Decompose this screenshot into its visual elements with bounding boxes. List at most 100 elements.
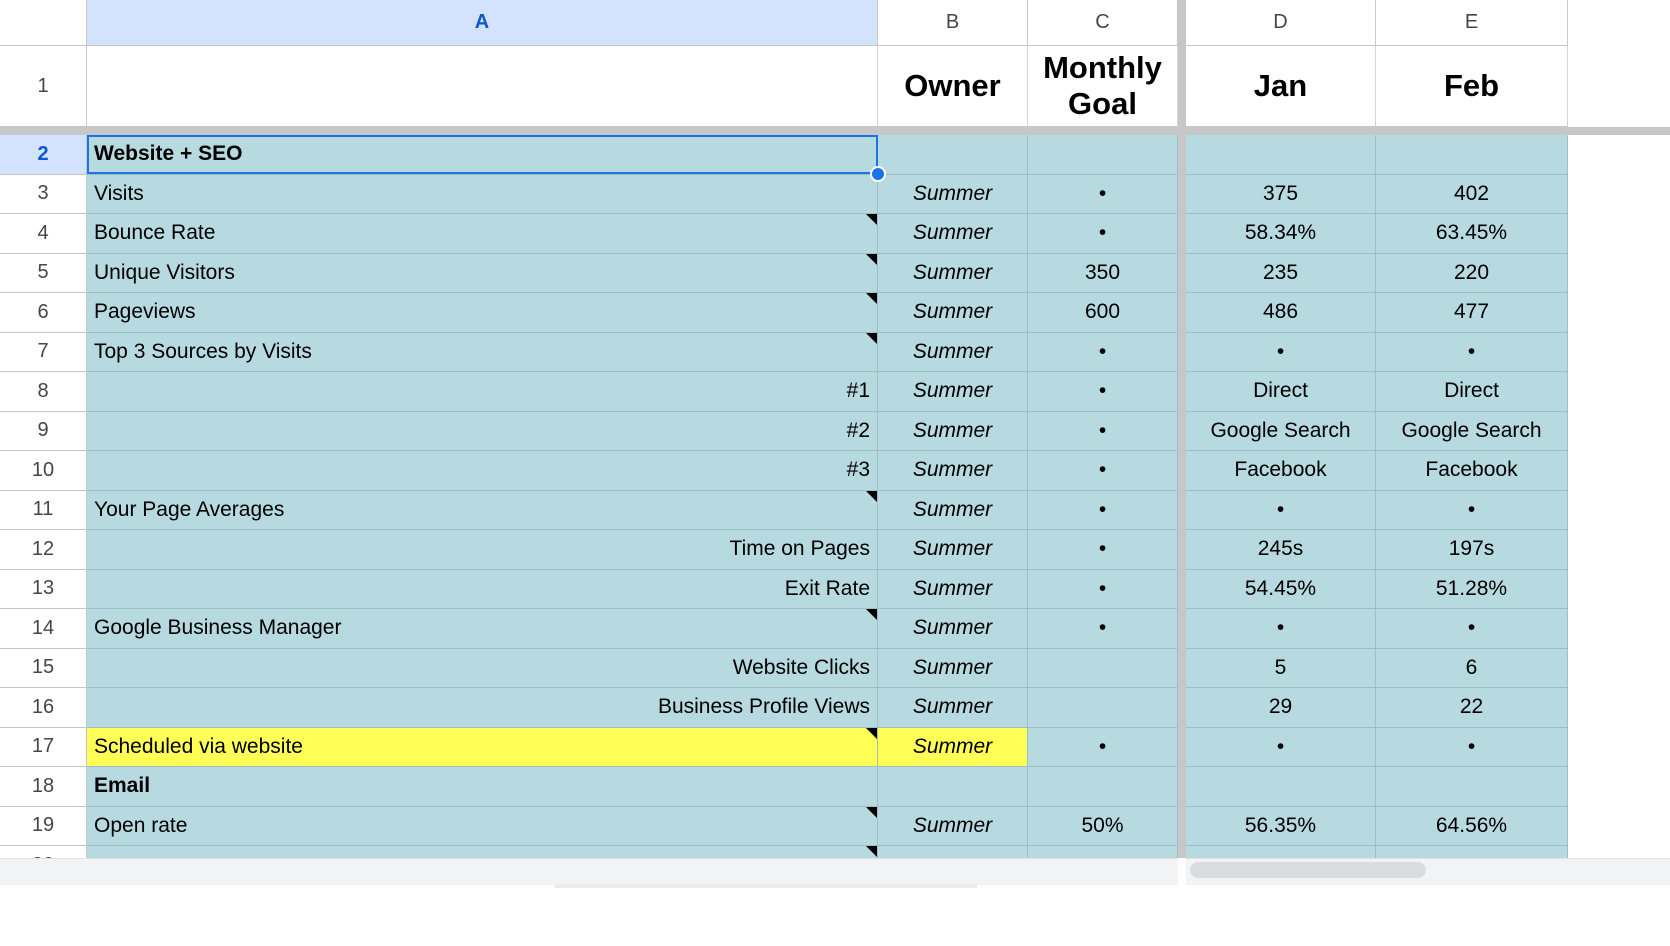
column-header-a[interactable]: A <box>87 0 878 46</box>
row-header-18[interactable]: 18 <box>0 767 87 807</box>
cell-c11[interactable]: • <box>1028 490 1178 530</box>
cell-note-indicator-icon[interactable] <box>866 293 877 304</box>
cell-d15[interactable]: 5 <box>1186 648 1376 688</box>
cell-e13[interactable]: 51.28% <box>1376 569 1568 609</box>
row-header-12[interactable]: 12 <box>0 530 87 570</box>
row-header-2[interactable]: 2 <box>0 135 87 175</box>
row-header-11[interactable]: 11 <box>0 490 87 530</box>
cell-b9[interactable]: Summer <box>878 411 1028 451</box>
cell-c2[interactable] <box>1028 135 1178 175</box>
cell-note-indicator-icon[interactable] <box>866 214 877 225</box>
row-header-15[interactable]: 15 <box>0 648 87 688</box>
cell-c18[interactable] <box>1028 767 1178 807</box>
cell-d6[interactable]: 486 <box>1186 293 1376 333</box>
cell-c6[interactable]: 600 <box>1028 293 1178 333</box>
cell-d8[interactable]: Direct <box>1186 372 1376 412</box>
row-header-6[interactable]: 6 <box>0 293 87 333</box>
cell-d17[interactable]: • <box>1186 727 1376 767</box>
cell-d9[interactable]: Google Search <box>1186 411 1376 451</box>
row-header-7[interactable]: 7 <box>0 332 87 372</box>
cell-c3[interactable]: • <box>1028 174 1178 214</box>
cell-e10[interactable]: Facebook <box>1376 451 1568 491</box>
cell-a16[interactable]: Business Profile Views <box>87 688 878 728</box>
cell-a13[interactable]: Exit Rate <box>87 569 878 609</box>
frozen-column-divider[interactable] <box>1178 0 1186 946</box>
cell-d7[interactable]: • <box>1186 332 1376 372</box>
cell-b17[interactable]: Summer <box>878 727 1028 767</box>
cell-c7[interactable]: • <box>1028 332 1178 372</box>
cell-b14[interactable]: Summer <box>878 609 1028 649</box>
cell-b13[interactable]: Summer <box>878 569 1028 609</box>
cell-c16[interactable] <box>1028 688 1178 728</box>
row-header-16[interactable]: 16 <box>0 688 87 728</box>
cell-d3[interactable]: 375 <box>1186 174 1376 214</box>
cell-b11[interactable]: Summer <box>878 490 1028 530</box>
row-header-1[interactable]: 1 <box>0 46 87 127</box>
cell-e9[interactable]: Google Search <box>1376 411 1568 451</box>
cell-a9[interactable]: #2 <box>87 411 878 451</box>
cell-c15[interactable] <box>1028 648 1178 688</box>
cell-a5[interactable]: Unique Visitors <box>87 253 878 293</box>
cell-b16[interactable]: Summer <box>878 688 1028 728</box>
column-header-e[interactable]: E <box>1376 0 1568 46</box>
cell-note-indicator-icon[interactable] <box>866 253 877 265</box>
cell-e17[interactable]: • <box>1376 727 1568 767</box>
cell-note-indicator-icon[interactable] <box>866 332 877 344</box>
column-header-b[interactable]: B <box>878 0 1028 46</box>
row-header-13[interactable]: 13 <box>0 569 87 609</box>
cell-b10[interactable]: Summer <box>878 451 1028 491</box>
cell-b3[interactable]: Summer <box>878 174 1028 214</box>
cell-note-indicator-icon[interactable] <box>866 727 877 739</box>
cell-a18[interactable]: Email <box>87 767 878 807</box>
cell-a14[interactable]: Google Business Manager <box>87 609 878 649</box>
frozen-row-divider[interactable] <box>0 127 1670 135</box>
cell-d11[interactable]: • <box>1186 490 1376 530</box>
cell-a3[interactable]: Visits <box>87 174 878 214</box>
cell-note-indicator-icon[interactable] <box>866 806 877 818</box>
horizontal-scrollbar-thumb[interactable] <box>1190 862 1426 878</box>
cell-d16[interactable]: 29 <box>1186 688 1376 728</box>
cell-e15[interactable]: 6 <box>1376 648 1568 688</box>
cell-a2[interactable]: Website + SEO <box>87 135 878 175</box>
cell-a7[interactable]: Top 3 Sources by Visits <box>87 332 878 372</box>
cell-e3[interactable]: 402 <box>1376 174 1568 214</box>
cell-d10[interactable]: Facebook <box>1186 451 1376 491</box>
row-header-19[interactable]: 19 <box>0 806 87 846</box>
cell-c8[interactable]: • <box>1028 372 1178 412</box>
header-cell-a[interactable] <box>87 46 878 127</box>
row-header-14[interactable]: 14 <box>0 609 87 649</box>
row-header-9[interactable]: 9 <box>0 411 87 451</box>
cell-b7[interactable]: Summer <box>878 332 1028 372</box>
cell-a19[interactable]: Open rate <box>87 806 878 846</box>
select-all-corner[interactable] <box>0 0 87 46</box>
row-header-5[interactable]: 5 <box>0 253 87 293</box>
cell-e8[interactable]: Direct <box>1376 372 1568 412</box>
cell-note-indicator-icon[interactable] <box>866 490 877 502</box>
cell-e6[interactable]: 477 <box>1376 293 1568 333</box>
cell-b8[interactable]: Summer <box>878 372 1028 412</box>
cell-a17[interactable]: Scheduled via website <box>87 727 878 767</box>
row-header-10[interactable]: 10 <box>0 451 87 491</box>
cell-c10[interactable]: • <box>1028 451 1178 491</box>
cell-c13[interactable]: • <box>1028 569 1178 609</box>
cell-a11[interactable]: Your Page Averages <box>87 490 878 530</box>
cell-c14[interactable]: • <box>1028 609 1178 649</box>
cell-e4[interactable]: 63.45% <box>1376 214 1568 254</box>
cell-c5[interactable]: 350 <box>1028 253 1178 293</box>
cell-e14[interactable]: • <box>1376 609 1568 649</box>
cell-d19[interactable]: 56.35% <box>1186 806 1376 846</box>
row-header-4[interactable]: 4 <box>0 214 87 254</box>
cell-a6[interactable]: Pageviews <box>87 293 878 333</box>
cell-b4[interactable]: Summer <box>878 214 1028 254</box>
cell-e11[interactable]: • <box>1376 490 1568 530</box>
cell-c9[interactable]: • <box>1028 411 1178 451</box>
column-header-d[interactable]: D <box>1186 0 1376 46</box>
horizontal-scrollbar-frozen[interactable] <box>0 858 1178 885</box>
cell-b18[interactable] <box>878 767 1028 807</box>
cell-d18[interactable] <box>1186 767 1376 807</box>
cell-e12[interactable]: 197s <box>1376 530 1568 570</box>
cell-b5[interactable]: Summer <box>878 253 1028 293</box>
cell-a8[interactable]: #1 <box>87 372 878 412</box>
cell-c19[interactable]: 50% <box>1028 806 1178 846</box>
cell-a15[interactable]: Website Clicks <box>87 648 878 688</box>
